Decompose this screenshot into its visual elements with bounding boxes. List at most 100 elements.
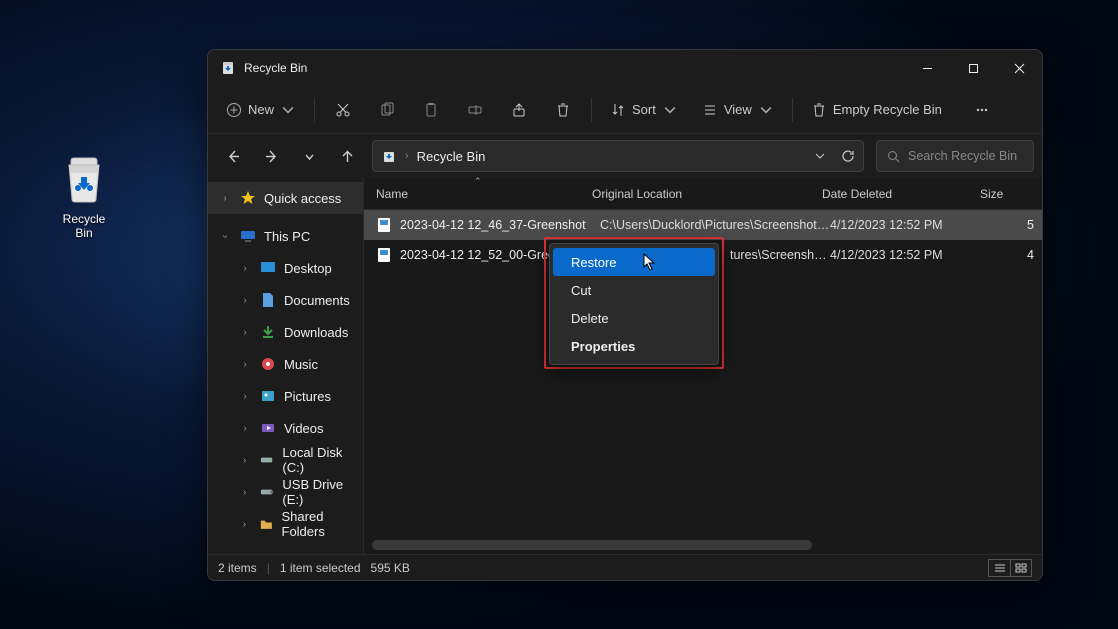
sidebar-item-usb-drive[interactable]: ›USB Drive (E:) (208, 476, 363, 508)
breadcrumb-separator: › (405, 150, 409, 162)
scissors-icon (335, 102, 351, 118)
rename-button[interactable] (455, 93, 495, 127)
search-icon (887, 150, 900, 163)
copy-button[interactable] (367, 93, 407, 127)
chevron-down-icon (662, 102, 678, 118)
rename-icon (467, 102, 483, 118)
share-button[interactable] (499, 93, 539, 127)
horizontal-scrollbar[interactable] (372, 540, 812, 550)
context-menu-properties[interactable]: Properties (553, 332, 715, 360)
videos-icon (260, 420, 276, 436)
chevron-down-icon[interactable] (813, 149, 827, 163)
view-thumbnails-button[interactable] (1010, 559, 1032, 577)
file-size: 5 (988, 218, 1042, 232)
view-button[interactable]: View (692, 93, 784, 127)
search-placeholder: Search Recycle Bin (908, 149, 1017, 163)
forward-button[interactable] (254, 139, 288, 173)
share-icon (511, 102, 527, 118)
chevron-down-icon (280, 102, 296, 118)
arrow-right-icon (264, 149, 279, 164)
sidebar-item-documents[interactable]: ›Documents (208, 284, 363, 316)
chevron-down-icon (302, 149, 317, 164)
context-menu: Restore Cut Delete Properties (549, 243, 719, 365)
file-icon (376, 247, 392, 263)
recent-button[interactable] (292, 139, 326, 173)
list-icon (702, 102, 718, 118)
toolbar: New Sort View Empty Recycle Bin (208, 86, 1042, 134)
drive-icon (259, 452, 274, 468)
titlebar: Recycle Bin (208, 50, 1042, 86)
arrow-left-icon (226, 149, 241, 164)
search-input[interactable]: Search Recycle Bin (876, 140, 1034, 172)
column-date-deleted[interactable]: Date Deleted (822, 187, 980, 201)
status-selection-size: 595 KB (371, 561, 410, 575)
paste-button[interactable] (411, 93, 451, 127)
column-original-location[interactable]: Original Location (592, 187, 822, 201)
breadcrumb-current[interactable]: Recycle Bin (417, 149, 486, 164)
file-size: 4 (988, 248, 1042, 262)
column-name[interactable]: Name (376, 187, 592, 201)
desktop-icon (260, 260, 276, 276)
trash-icon (555, 102, 571, 118)
sidebar-quick-access-label: Quick access (264, 191, 341, 206)
monitor-icon (240, 228, 256, 244)
file-original-location: C:\Users\Ducklord\Pictures\Screenshots\.… (600, 218, 830, 232)
close-button[interactable] (996, 50, 1042, 86)
status-item-count: 2 items (218, 561, 257, 575)
document-icon (260, 292, 276, 308)
file-row[interactable]: 2023-04-12 12_46_37-Greenshot C:\Users\D… (364, 210, 1042, 240)
sidebar-item-downloads[interactable]: ›Downloads (208, 316, 363, 348)
sort-indicator-icon: ⌃ (474, 176, 482, 187)
desktop-recycle-bin-label: Recycle Bin (55, 212, 113, 240)
more-button[interactable] (962, 93, 1002, 127)
trash-icon (811, 102, 827, 118)
recycle-bin-app-icon (220, 60, 236, 76)
file-list: ⌃ Name Original Location Date Deleted Si… (364, 178, 1042, 554)
navigation-row: › Recycle Bin Search Recycle Bin (208, 134, 1042, 178)
new-label: New (248, 102, 274, 117)
context-menu-restore[interactable]: Restore (553, 248, 715, 276)
cut-button[interactable] (323, 93, 363, 127)
star-icon (240, 190, 256, 206)
sidebar-item-videos[interactable]: ›Videos (208, 412, 363, 444)
chevron-right-icon: › (218, 193, 232, 204)
sidebar-item-local-disk[interactable]: ›Local Disk (C:) (208, 444, 363, 476)
empty-recycle-bin-button[interactable]: Empty Recycle Bin (801, 93, 952, 127)
back-button[interactable] (216, 139, 250, 173)
sidebar-item-pictures[interactable]: ›Pictures (208, 380, 363, 412)
new-button[interactable]: New (216, 93, 306, 127)
minimize-button[interactable] (904, 50, 950, 86)
view-details-button[interactable] (988, 559, 1010, 577)
maximize-button[interactable] (950, 50, 996, 86)
sidebar-item-shared-folders[interactable]: ›Shared Folders (208, 508, 363, 540)
sidebar-quick-access[interactable]: › Quick access (208, 182, 363, 214)
sidebar-item-music[interactable]: ›Music (208, 348, 363, 380)
recycle-bin-window: Recycle Bin New Sort View (207, 49, 1043, 581)
desktop-recycle-bin[interactable]: Recycle Bin (55, 155, 113, 240)
context-menu-delete[interactable]: Delete (553, 304, 715, 332)
address-bar[interactable]: › Recycle Bin (372, 140, 864, 172)
recycle-bin-breadcrumb-icon (381, 148, 397, 164)
window-title: Recycle Bin (244, 61, 307, 75)
ellipsis-icon (974, 102, 990, 118)
file-icon (376, 217, 392, 233)
column-size[interactable]: Size (980, 187, 1042, 201)
sidebar-item-desktop[interactable]: ›Desktop (208, 252, 363, 284)
view-label: View (724, 102, 752, 117)
sort-button[interactable]: Sort (600, 93, 688, 127)
file-date-deleted: 4/12/2023 12:52 PM (830, 218, 988, 232)
delete-button[interactable] (543, 93, 583, 127)
status-selection: 1 item selected (280, 561, 361, 575)
download-icon (260, 324, 276, 340)
up-button[interactable] (330, 139, 364, 173)
sidebar: › Quick access › This PC ›Desktop ›Docum… (208, 178, 364, 554)
context-menu-cut[interactable]: Cut (553, 276, 715, 304)
context-menu-highlight: Restore Cut Delete Properties (544, 237, 724, 369)
music-icon (260, 356, 276, 372)
sort-label: Sort (632, 102, 656, 117)
column-headers: ⌃ Name Original Location Date Deleted Si… (364, 178, 1042, 210)
file-date-deleted: 4/12/2023 12:52 PM (830, 248, 988, 262)
refresh-icon[interactable] (841, 149, 855, 163)
sidebar-this-pc[interactable]: › This PC (208, 220, 363, 252)
view-toggle (988, 559, 1032, 577)
